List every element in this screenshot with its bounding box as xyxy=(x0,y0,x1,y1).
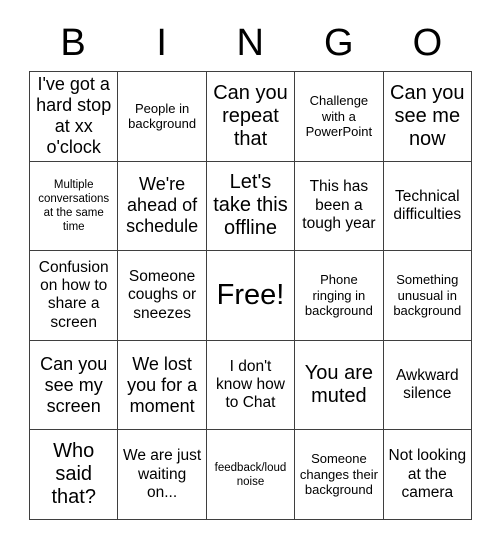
bingo-cell[interactable]: I don't know how to Chat xyxy=(206,340,296,431)
bingo-cell[interactable]: Confusion on how to share a screen xyxy=(30,251,119,341)
bingo-cell[interactable]: Phone ringing in background xyxy=(295,251,384,341)
header-letter-b: B xyxy=(60,21,87,64)
bingo-card: B I N G O I've got a hard stop at xx o'c… xyxy=(0,0,500,544)
bingo-cell[interactable]: Multiple conversations at the same time xyxy=(30,161,119,252)
bingo-cell-label: Multiple conversations at the same time xyxy=(38,178,110,233)
bingo-cell[interactable]: People in background xyxy=(118,72,207,162)
bingo-grid: I've got a hard stop at xx o'clock Peopl… xyxy=(29,71,472,520)
bingo-cell[interactable]: I've got a hard stop at xx o'clock xyxy=(30,72,119,162)
bingo-cell-label: People in background xyxy=(128,100,197,132)
bingo-header-row: B I N G O xyxy=(29,14,472,71)
bingo-cell-label: This has been a tough year xyxy=(302,178,376,233)
bingo-cell[interactable]: Challenge with a PowerPoint xyxy=(295,72,384,162)
bingo-cell[interactable]: Something unusual in background xyxy=(383,251,472,341)
bingo-cell-label: Can you repeat that xyxy=(213,81,288,150)
bingo-cell-label: Confusion on how to share a screen xyxy=(38,258,109,331)
bingo-cell-label: Who said that? xyxy=(51,439,96,509)
bingo-cell-label: Awkward silence xyxy=(395,366,459,403)
bingo-cell-label: Can you see my screen xyxy=(40,353,108,416)
bingo-cell[interactable]: You are muted xyxy=(295,340,384,431)
bingo-cell[interactable]: Who said that? xyxy=(30,430,119,520)
bingo-cell[interactable]: Can you see my screen xyxy=(30,340,119,431)
bingo-cell[interactable]: This has been a tough year xyxy=(295,161,384,252)
bingo-cell[interactable]: Let's take this offline xyxy=(206,161,296,252)
bingo-cell-label: We are just waiting on... xyxy=(123,447,202,501)
bingo-cell-label: I've got a hard stop at xx o'clock xyxy=(36,74,112,158)
bingo-cell-label: We're ahead of schedule xyxy=(126,174,199,237)
bingo-cell-label: Technical difficulties xyxy=(393,187,462,223)
bingo-cell[interactable]: We are just waiting on... xyxy=(118,430,207,520)
bingo-cell[interactable]: We lost you for a moment xyxy=(118,340,207,431)
bingo-cell[interactable]: Someone changes their background xyxy=(295,430,384,520)
header-letter-n: N xyxy=(236,21,265,64)
bingo-cell[interactable]: Someone coughs or sneezes xyxy=(118,251,207,341)
bingo-cell-free-label: Free! xyxy=(216,278,285,311)
bingo-cell-free[interactable]: Free! xyxy=(206,251,296,341)
bingo-cell[interactable]: Can you see me now xyxy=(383,72,472,162)
bingo-cell[interactable]: Awkward silence xyxy=(383,340,472,431)
bingo-cell-label: Someone changes their background xyxy=(299,451,378,498)
bingo-cell-label: Can you see me now xyxy=(390,81,465,150)
bingo-cell-label: Challenge with a PowerPoint xyxy=(305,92,373,140)
bingo-cell[interactable]: Can you repeat that xyxy=(206,72,296,162)
header-letter-i: I xyxy=(156,21,168,64)
bingo-cell[interactable]: Technical difficulties xyxy=(383,161,472,252)
header-letter-g: G xyxy=(324,21,355,64)
bingo-cell-label: Let's take this offline xyxy=(213,171,288,240)
bingo-cell-label: I don't know how to Chat xyxy=(216,357,285,412)
bingo-cell-label: You are muted xyxy=(304,361,373,408)
header-letter-o: O xyxy=(412,21,443,64)
bingo-cell-label: feedback/loud noise xyxy=(214,461,287,488)
bingo-cell-label: Phone ringing in background xyxy=(304,272,373,319)
bingo-cell-label: Something unusual in background xyxy=(393,272,462,319)
bingo-cell[interactable]: We're ahead of schedule xyxy=(118,161,207,252)
bingo-cell-label: We lost you for a moment xyxy=(127,353,198,416)
bingo-cell-label: Not looking at the camera xyxy=(388,447,467,501)
bingo-cell[interactable]: Not looking at the camera xyxy=(383,430,472,520)
bingo-cell-label: Someone coughs or sneezes xyxy=(128,268,197,322)
bingo-cell[interactable]: feedback/loud noise xyxy=(206,430,296,520)
